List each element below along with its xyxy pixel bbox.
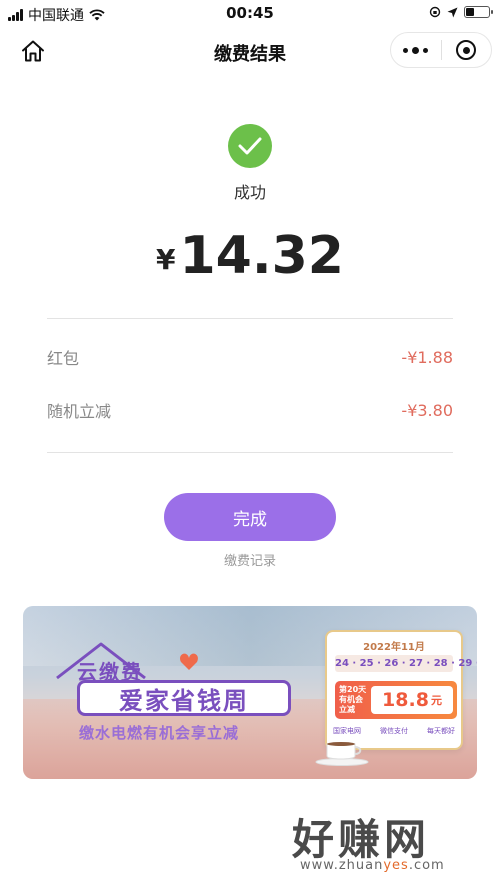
deal-caption: 第20天 有机会 立减: [339, 685, 367, 714]
deduction-row: 红包 -¥1.88: [47, 345, 453, 369]
close-miniprogram-icon: [456, 40, 477, 60]
status-right: [429, 6, 493, 18]
status-time: 00:45: [226, 4, 274, 22]
battery-icon: [464, 6, 493, 18]
deduction-value: -¥3.80: [401, 400, 453, 420]
status-bar: 中国联通 00:45: [0, 0, 500, 28]
partner-logos: 国家电网 微信支付 每天都好: [333, 726, 455, 736]
miniprogram-capsule: [390, 32, 492, 68]
deal-value: 18.8: [382, 689, 429, 711]
deduction-value: -¥1.88: [401, 347, 453, 367]
battery-fill: [466, 8, 475, 16]
deal-unit: 元: [430, 694, 442, 707]
watermark-url-accent: yes: [383, 858, 409, 873]
partner-name: 每天都好: [427, 727, 455, 735]
partner-name: 微信支付: [380, 727, 408, 735]
promo-deal: 第20天 有机会 立减 18.8 元: [335, 681, 457, 719]
payment-amount: ¥14.32: [0, 226, 500, 286]
watermark-url-suffix: .com: [408, 858, 445, 873]
success-check-icon: [228, 124, 272, 168]
coffee-cup-icon: [315, 742, 369, 766]
watermark-url-prefix: www.zhuan: [300, 858, 384, 873]
payment-records-link[interactable]: 缴费记录: [0, 550, 500, 569]
watermark-url: www.zhuanyes.com: [300, 858, 445, 873]
divider-top: [47, 318, 453, 319]
promo-month: 2022年11月: [363, 642, 425, 653]
deal-price: 18.8 元: [371, 686, 453, 714]
banner-tagline: 缴水电燃有机会享立减: [79, 724, 240, 742]
partner-name: 国家电网: [333, 727, 361, 735]
done-button[interactable]: 完成: [164, 493, 336, 541]
site-watermark: 好赚网 www.zhuanyes.com: [292, 806, 482, 876]
orientation-lock-icon: [429, 6, 441, 18]
currency-symbol: ¥: [156, 243, 176, 276]
promo-card: 2022年11月 24 · 25 · 26 · 27 · 28 · 29 · 3…: [325, 630, 477, 750]
deduction-label: 红包: [47, 349, 80, 368]
amount-value: 14.32: [179, 226, 344, 286]
promo-dates: 24 · 25 · 26 · 27 · 28 · 29 · 30: [335, 655, 477, 672]
deduction-row: 随机立减 -¥3.80: [47, 398, 453, 422]
payment-status: 成功: [233, 183, 266, 202]
divider-bottom: [47, 452, 453, 453]
close-miniprogram-button[interactable]: [441, 33, 491, 67]
banner-headline: 爱家省钱周: [77, 680, 291, 716]
location-arrow-icon: [447, 7, 458, 17]
more-dots-icon[interactable]: [391, 33, 441, 67]
promo-banner[interactable]: 云缴费 爱家省钱周 缴水电燃有机会享立减 2022年11月 24 · 25 · …: [23, 606, 477, 779]
nav-bar: 缴费结果: [0, 28, 500, 74]
deduction-label: 随机立减: [47, 402, 112, 421]
